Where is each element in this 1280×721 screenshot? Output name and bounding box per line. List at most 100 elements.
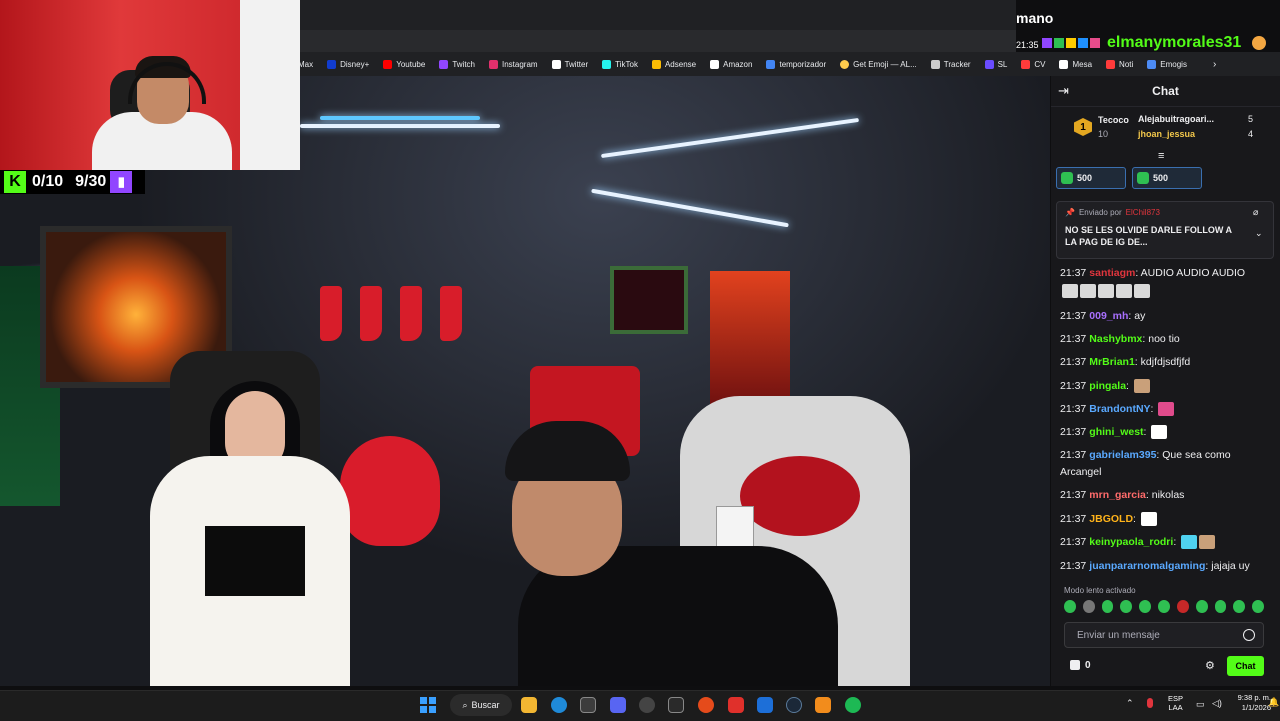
- message-username[interactable]: BrandontNY: [1089, 403, 1150, 415]
- bookmark-label: Disney+: [340, 59, 370, 69]
- message-username[interactable]: pingala: [1089, 380, 1126, 392]
- bookmark-noti[interactable]: Noti: [1106, 59, 1133, 69]
- bookmark-label: temporizador: [779, 59, 827, 69]
- chat-message[interactable]: 21:37 keinypaola_rodri:: [1060, 535, 1216, 550]
- bookmark-cv[interactable]: CV: [1021, 59, 1045, 69]
- bookmark-temporizador[interactable]: temporizador: [766, 59, 827, 69]
- chat-message[interactable]: 21:37 gabrielam395: Que sea como: [1060, 448, 1231, 463]
- chat-message[interactable]: 21:37 JBGOLD:: [1060, 512, 1157, 527]
- leaderboard: 1 Tecoco 10 Alejabuitragoari... 5 jhoan_…: [1060, 110, 1275, 146]
- bookmark-sl[interactable]: SL: [984, 59, 1007, 69]
- app-icon[interactable]: [815, 697, 831, 713]
- emote-icon[interactable]: [1195, 600, 1208, 613]
- bookmark-getemoji[interactable]: Get Emoji — AL...: [840, 59, 917, 69]
- message-timestamp: 21:37: [1060, 403, 1087, 415]
- bits-gift[interactable]: 500: [1056, 167, 1126, 189]
- unpin-icon[interactable]: ⌀: [1253, 207, 1258, 218]
- message-username[interactable]: ghini_west: [1089, 426, 1143, 438]
- emote-icon[interactable]: [1214, 600, 1227, 613]
- app-icon[interactable]: [728, 697, 744, 713]
- bookmark-disney[interactable]: Disney+: [327, 59, 370, 69]
- windows-start-icon[interactable]: [420, 697, 436, 713]
- emote-icon[interactable]: [1120, 600, 1133, 613]
- message-username[interactable]: mrn_garcia: [1089, 489, 1146, 501]
- volume-icon[interactable]: ◁): [1212, 698, 1222, 709]
- chevron-up-icon[interactable]: ⌃: [1126, 698, 1134, 709]
- expand-leaderboard-icon[interactable]: ≡: [1158, 150, 1164, 162]
- bookmark-twitch[interactable]: Twitch: [439, 59, 475, 69]
- collapse-chat-icon[interactable]: ⇥: [1058, 84, 1072, 97]
- chat-message[interactable]: 21:37 BrandontNY:: [1060, 402, 1175, 417]
- emote-icon[interactable]: [1101, 600, 1114, 613]
- chat-message[interactable]: 21:37 ghini_west:: [1060, 425, 1168, 440]
- discord-icon[interactable]: [610, 697, 626, 713]
- cv-icon: [1021, 59, 1031, 69]
- chrome-icon[interactable]: [639, 697, 655, 713]
- chat-message[interactable]: 21:37 MrBrian1: kdjfdjsdfjfd: [1060, 355, 1190, 370]
- taskbar-search-button[interactable]: ⌕ Buscar: [450, 694, 512, 716]
- bookmark-mesa[interactable]: Mesa: [1059, 59, 1092, 69]
- message-username[interactable]: MrBrian1: [1089, 356, 1135, 368]
- clock[interactable]: 9:38 p. m. 1/1/2026: [1227, 693, 1271, 713]
- bookmark-amazon[interactable]: Amazon: [710, 59, 752, 69]
- bookmark-max[interactable]: Max: [298, 60, 313, 69]
- send-chat-button[interactable]: Chat: [1227, 656, 1264, 676]
- emote-icon[interactable]: [1176, 600, 1189, 613]
- steam-icon[interactable]: [786, 697, 802, 713]
- emoji-picker-icon[interactable]: [1243, 629, 1255, 641]
- emote-icon[interactable]: [1082, 600, 1095, 613]
- chevron-down-icon[interactable]: ⌄: [1255, 228, 1263, 239]
- beanbag: [340, 436, 440, 546]
- emote-icon[interactable]: [1252, 600, 1264, 613]
- app-icon[interactable]: [757, 697, 773, 713]
- microphone-icon[interactable]: [1147, 698, 1153, 708]
- bits-gift[interactable]: 500: [1132, 167, 1202, 189]
- edge-icon[interactable]: [551, 697, 567, 713]
- emote-icon: [1134, 284, 1150, 299]
- app-icon[interactable]: [698, 697, 714, 713]
- bookmark-tiktok[interactable]: TikTok: [602, 59, 638, 69]
- epic-games-icon[interactable]: [668, 697, 684, 713]
- chevron-right-icon[interactable]: ›: [1213, 59, 1216, 70]
- chat-message-input[interactable]: Enviar un mensaje: [1064, 622, 1264, 648]
- chat-message[interactable]: [1060, 284, 1150, 299]
- emote-icon[interactable]: [1064, 600, 1076, 613]
- bookmark-instagram[interactable]: Instagram: [489, 59, 538, 69]
- ceiling-light: [591, 188, 789, 228]
- chat-message[interactable]: 21:37 juanpararnomalgaming: jajaja uy: [1060, 559, 1250, 574]
- store-icon[interactable]: [580, 697, 596, 713]
- emote-icon[interactable]: [1158, 600, 1170, 613]
- bookmark-emogis[interactable]: Emogis: [1147, 59, 1187, 69]
- chat-message[interactable]: 21:37 009_mh: ay: [1060, 309, 1145, 324]
- language-indicator[interactable]: ESP LAA: [1168, 694, 1183, 712]
- message-username[interactable]: JBGOLD: [1089, 513, 1133, 525]
- points-count: 0: [1085, 660, 1091, 671]
- bookmark-adsense[interactable]: Adsense: [651, 59, 696, 69]
- chat-message[interactable]: Arcangel: [1060, 465, 1101, 480]
- gift-icon[interactable]: [1070, 660, 1080, 670]
- emote-icon[interactable]: [1233, 600, 1246, 613]
- channel-name: mano: [1016, 10, 1054, 26]
- pinned-message[interactable]: 📌 Enviado por ElChil873 NO SE LES OLVIDE…: [1056, 201, 1274, 259]
- settings-gear-icon[interactable]: ⚙: [1205, 659, 1215, 672]
- monitor-icon[interactable]: ▭: [1196, 699, 1205, 710]
- bell-icon[interactable]: 🔔: [1268, 697, 1279, 708]
- chat-message[interactable]: 21:37 mrn_garcia: nikolas: [1060, 488, 1184, 503]
- bookmark-youtube[interactable]: Youtube: [383, 59, 425, 69]
- bookmark-tracker[interactable]: Tracker: [930, 59, 971, 69]
- message-username[interactable]: keinypaola_rodri: [1089, 536, 1173, 548]
- chat-message[interactable]: 21:37 santiagm: AUDIO AUDIO AUDIO: [1060, 266, 1245, 281]
- chat-message[interactable]: 21:37 pingala:: [1060, 379, 1150, 394]
- file-explorer-icon[interactable]: [521, 697, 537, 713]
- message-username[interactable]: juanpararnomalgaming: [1089, 560, 1205, 572]
- message-username[interactable]: santiagm: [1089, 267, 1135, 279]
- message-username[interactable]: 009_mh: [1089, 310, 1128, 322]
- message-timestamp: 21:37: [1060, 310, 1087, 322]
- message-username[interactable]: Nashybmx: [1089, 333, 1142, 345]
- bookmark-twitter[interactable]: Twitter: [551, 59, 588, 69]
- spotify-icon[interactable]: [845, 697, 861, 713]
- emote-icon[interactable]: [1139, 600, 1152, 613]
- chat-message[interactable]: 21:37 Nashybmx: noo tio: [1060, 332, 1180, 347]
- message-username[interactable]: gabrielam395: [1089, 449, 1156, 461]
- stockings: [320, 286, 490, 346]
